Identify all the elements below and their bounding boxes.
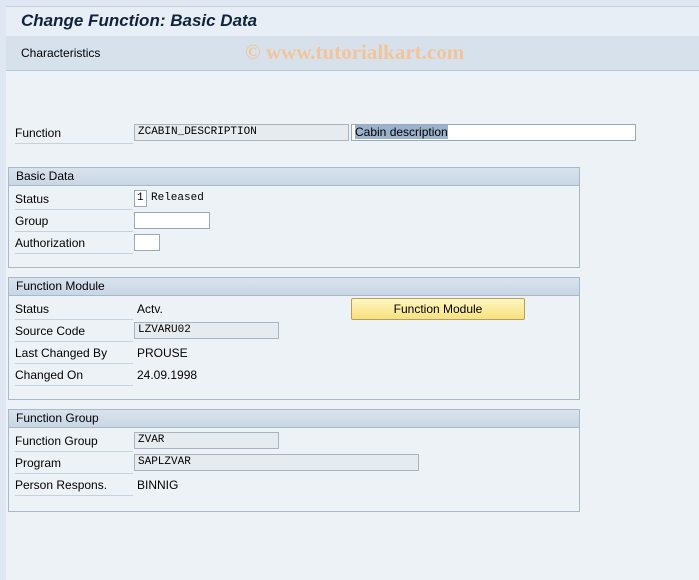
last-changed-by-value: PROUSE [137, 346, 188, 360]
authorization-field[interactable] [134, 234, 160, 251]
person-responsible-label: Person Respons. [15, 476, 133, 496]
fm-status-label: Status [15, 300, 133, 320]
group-label: Group [15, 212, 133, 232]
source-code-field[interactable]: LZVARU02 [134, 322, 279, 339]
program-field[interactable]: SAPLZVAR [134, 454, 419, 471]
function-description-field[interactable]: Cabin description [351, 124, 636, 141]
authorization-label: Authorization [15, 234, 133, 254]
watermark: © www.tutorialkart.com [245, 40, 465, 64]
title-bar: Change Function: Basic Data [6, 6, 699, 37]
function-label: Function [15, 124, 133, 144]
program-label: Program [15, 454, 133, 474]
status-label: Status [15, 190, 133, 210]
last-changed-by-label: Last Changed By [15, 344, 133, 364]
changed-on-value: 24.09.1998 [137, 368, 198, 382]
characteristics-button[interactable]: Characteristics [21, 46, 100, 60]
function-group-field[interactable]: ZVAR [134, 432, 279, 449]
function-module-header: Function Module [9, 278, 579, 296]
source-code-label: Source Code [15, 322, 133, 342]
function-name-field[interactable]: ZCABIN_DESCRIPTION [134, 124, 349, 141]
basic-data-header: Basic Data [9, 168, 579, 186]
function-description-text: Cabin description [355, 125, 448, 139]
group-field[interactable] [134, 212, 210, 229]
status-text: Released [151, 192, 204, 204]
window-title: Change Function: Basic Data [21, 11, 258, 30]
changed-on-label: Changed On [15, 366, 133, 386]
function-group-label: Function Group [15, 432, 133, 452]
status-code-field[interactable]: 1 [134, 190, 147, 207]
fm-status-value: Actv. [137, 302, 163, 316]
function-group-header: Function Group [9, 410, 579, 428]
function-module-button[interactable]: Function Module [351, 298, 525, 320]
person-responsible-value: BINNIG [137, 478, 179, 492]
